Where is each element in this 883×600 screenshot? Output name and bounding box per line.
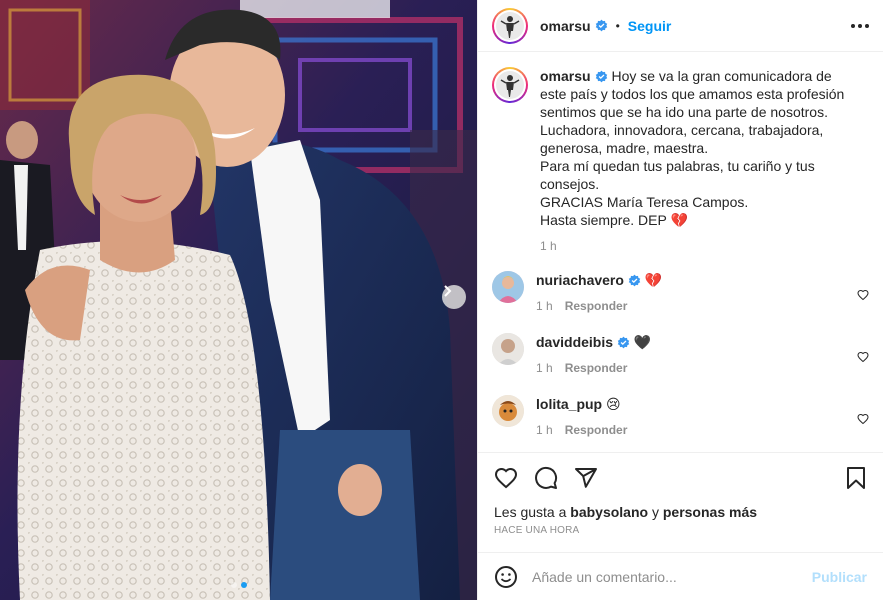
caption-time[interactable]: 1 h [540, 239, 557, 253]
comment-meta: 1 h Responder [536, 297, 844, 315]
commenter-avatar[interactable] [492, 333, 524, 365]
author-username[interactable]: omarsu [540, 18, 591, 34]
paper-plane-icon [575, 467, 597, 488]
publish-button[interactable]: Publicar [812, 569, 867, 585]
comment-meta: 1 h Responder [536, 359, 844, 377]
bookmark-icon [847, 466, 865, 489]
verified-badge-icon [595, 70, 607, 83]
post-caption: omarsu Hoy se va la gran comunicadora de… [492, 67, 869, 255]
comment-meta: 1 h Responder [536, 421, 844, 439]
avatar-photo-icon [492, 333, 524, 365]
comment-body: lolita_pup 😢 1 h Responder [536, 395, 844, 439]
more-dots-icon [851, 23, 869, 28]
caption-author-avatar[interactable] [492, 67, 528, 103]
carousel-next-button[interactable] [442, 285, 466, 309]
comment-username[interactable]: lolita_pup [536, 396, 602, 412]
comment-text: 💔 [644, 272, 663, 288]
carousel-dot-active [240, 582, 247, 588]
avatar-figure-icon [500, 75, 520, 97]
save-button[interactable] [845, 466, 867, 490]
reply-button[interactable]: Responder [565, 423, 628, 437]
follow-button[interactable]: Seguir [628, 18, 672, 34]
comment-time[interactable]: 1 h [536, 423, 553, 437]
comment-item: daviddeibis 🖤 1 h Responder [492, 333, 869, 377]
carousel-dot [230, 582, 237, 588]
chevron-right-icon [444, 285, 452, 297]
reply-button[interactable]: Responder [565, 299, 628, 313]
post-actions-bar [478, 452, 883, 502]
emoji-button[interactable] [494, 565, 518, 589]
add-comment-bar: Publicar [478, 552, 883, 600]
caption-text-block: omarsu Hoy se va la gran comunicadora de… [540, 67, 848, 229]
comment-like-heart-icon[interactable] [857, 413, 869, 425]
caption-meta: 1 h [540, 237, 848, 255]
comment-body: daviddeibis 🖤 1 h Responder [536, 333, 844, 377]
verified-badge-icon [595, 19, 607, 32]
reply-button[interactable]: Responder [565, 361, 628, 375]
comment-button[interactable] [534, 466, 558, 490]
likes-summary: Les gusta a babysolano y personas más [494, 504, 757, 520]
likes-prefix: Les gusta a [494, 504, 567, 520]
comment-username[interactable]: nuriachavero [536, 272, 624, 288]
comment-like-heart-icon[interactable] [857, 289, 869, 301]
commenter-avatar[interactable] [492, 395, 524, 427]
post-modal: omarsu • Seguir omarsu Hoy se va la gran… [0, 0, 883, 600]
post-timestamp[interactable]: HACE UNA HORA [494, 525, 579, 536]
caption-text: Hoy se va la gran comunicadora de este p… [540, 68, 845, 228]
comment-bubble-icon [535, 466, 558, 489]
carousel-indicator [0, 582, 477, 588]
comment-item: nuriachavero 💔 1 h Responder [492, 271, 869, 315]
smiley-icon [495, 565, 517, 588]
comment-time[interactable]: 1 h [536, 299, 553, 313]
commenter-avatar[interactable] [492, 271, 524, 303]
avatar-figure-icon [500, 15, 520, 38]
comment-input[interactable] [532, 568, 812, 585]
post-photo[interactable] [0, 0, 477, 600]
comment-body: nuriachavero 💔 1 h Responder [536, 271, 844, 315]
post-details-panel: omarsu • Seguir omarsu Hoy se va la gran… [477, 0, 883, 600]
verified-badge-icon [617, 336, 630, 349]
comment-time[interactable]: 1 h [536, 361, 553, 375]
comments-list[interactable]: omarsu Hoy se va la gran comunicadora de… [478, 53, 883, 443]
comment-text: 🖤 [633, 334, 652, 350]
comment-like-heart-icon[interactable] [857, 351, 869, 363]
header-separator: • [615, 18, 620, 33]
caption-username[interactable]: omarsu [540, 68, 591, 84]
avatar-photo-icon [492, 271, 524, 303]
heart-icon [494, 467, 518, 488]
comment-username[interactable]: daviddeibis [536, 334, 613, 350]
share-button[interactable] [574, 466, 598, 490]
avatar-photo-icon [492, 395, 524, 427]
more-options-button[interactable] [851, 23, 869, 28]
comment-item: lolita_pup 😢 1 h Responder [492, 395, 869, 439]
verified-badge-icon [628, 274, 641, 287]
photo-illustration [0, 0, 477, 600]
caption-body: omarsu Hoy se va la gran comunicadora de… [540, 67, 848, 255]
likes-user[interactable]: babysolano [570, 504, 648, 520]
author-avatar[interactable] [492, 7, 528, 44]
comment-text: 😢 [606, 396, 621, 412]
likes-connector: y [651, 504, 659, 520]
likes-others[interactable]: personas más [663, 504, 757, 520]
like-button[interactable] [494, 466, 518, 490]
post-header: omarsu • Seguir [478, 0, 883, 52]
